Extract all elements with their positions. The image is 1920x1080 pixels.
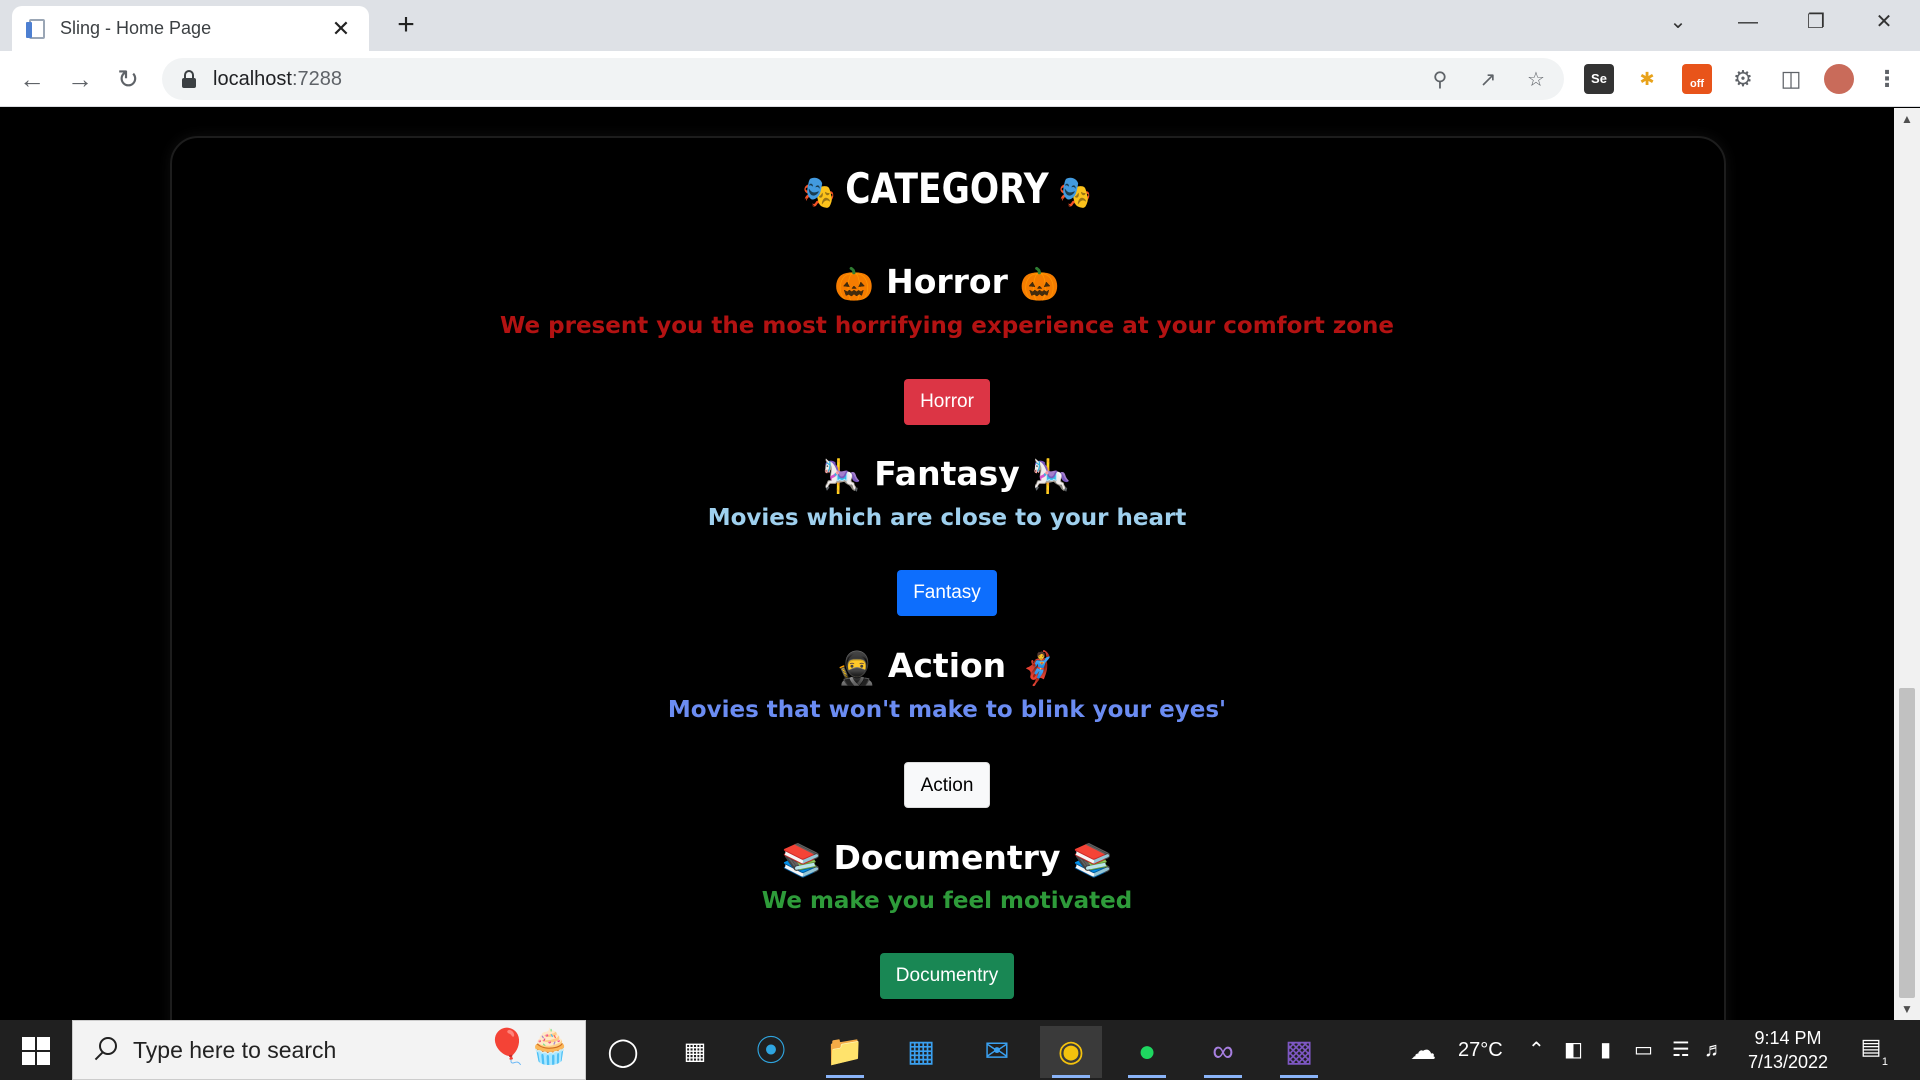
terminal-icon[interactable]: ▩ [1268, 1026, 1330, 1078]
fantasy-heading: 🎠 Fantasy 🎠 [0, 454, 1894, 495]
horror-subtitle: We present you the most horrifying exper… [499, 313, 1394, 339]
notification-count: 1 [1881, 1056, 1888, 1068]
menu-kebab-icon[interactable]: ⋮ [1872, 64, 1902, 94]
task-view-icon[interactable]: ▦ [664, 1026, 726, 1078]
documentry-heading: 📚 Documentry 📚 [0, 838, 1894, 879]
tab-search-chevron-icon[interactable]: ⌄ [1652, 4, 1704, 40]
notification-icon[interactable]: ▤ 1 [1856, 1034, 1888, 1068]
carousel-horse-icon: 🎠 [822, 456, 863, 495]
address-bar[interactable]: localhost:7288 ⚲ ↗ ☆ [162, 58, 1564, 100]
action-subtitle: Movies that won't make to blink your eye… [667, 697, 1227, 723]
tray-chevron-icon[interactable]: ⌃ [1528, 1020, 1545, 1080]
extension-icon[interactable]: ✱ [1632, 64, 1662, 94]
category-heading: 🎭 CATEGORY 🎭 [170, 164, 1723, 213]
weather-temperature[interactable]: 27°C [1458, 1020, 1503, 1080]
documentry-button[interactable]: Documentry [879, 953, 1015, 999]
reload-button[interactable]: ↻ [110, 61, 146, 97]
fantasy-button[interactable]: Fantasy [897, 570, 997, 616]
file-explorer-icon[interactable]: 📁 [814, 1026, 876, 1078]
side-panel-icon[interactable]: ◫ [1776, 64, 1806, 94]
action-button[interactable]: Action [903, 762, 991, 808]
meet-now-icon[interactable]: ◧ [1564, 1020, 1583, 1080]
documentry-subtitle: We make you feel motivated [761, 888, 1133, 914]
taskbar-clock[interactable]: 9:14 PM 7/13/2022 [1728, 1026, 1848, 1074]
battery-icon[interactable]: ▭ [1634, 1020, 1653, 1080]
close-window-button[interactable]: ✕ [1858, 4, 1910, 40]
mail-icon[interactable]: ✉ [966, 1026, 1028, 1078]
carousel-horse-icon: 🎠 [1031, 456, 1072, 495]
tab-close-icon[interactable]: ✕ [327, 15, 355, 43]
tab-title: Sling - Home Page [60, 18, 212, 38]
cortana-icon[interactable]: ◯ [592, 1026, 654, 1078]
page-favicon-icon [26, 18, 48, 40]
restore-button[interactable]: ❐ [1790, 4, 1842, 40]
documentry-title: Documentry [833, 838, 1061, 877]
search-highlight-icon: 🎈🧁 [486, 1028, 571, 1066]
scrollbar-thumb[interactable] [1899, 688, 1915, 998]
fantasy-subtitle: Movies which are close to your heart [707, 505, 1187, 531]
lock-icon[interactable] [182, 70, 196, 88]
books-icon: 📚 [1072, 840, 1113, 879]
microsoft-store-icon[interactable]: ▦ [890, 1026, 952, 1078]
windows-taskbar: Type here to search 🎈🧁 ◯ ▦ ⦿ 📁 ▦ ✉ ◉ ● ∞… [0, 1020, 1920, 1080]
superhero-icon: 🦸 [1018, 648, 1059, 687]
puzzle-extensions-icon[interactable]: ⚙ [1728, 64, 1758, 94]
zoom-icon[interactable]: ⚲ [1424, 64, 1456, 96]
category-title: CATEGORY [845, 164, 1049, 213]
visual-studio-icon[interactable]: ∞ [1192, 1026, 1254, 1078]
edge-icon[interactable]: ⦿ [740, 1026, 802, 1078]
action-heading: 🥷 Action 🦸 [0, 646, 1894, 687]
chrome-icon[interactable]: ◉ [1040, 1026, 1102, 1078]
pumpkin-icon: 🎃 [834, 264, 875, 303]
clock-date: 7/13/2022 [1747, 1052, 1829, 1072]
scroll-down-arrow-icon[interactable]: ▼ [1894, 998, 1920, 1020]
spotify-icon[interactable]: ● [1116, 1026, 1178, 1078]
theater-masks-icon: 🎭 [1058, 172, 1092, 211]
ninja-icon: 🥷 [835, 648, 876, 687]
horror-button[interactable]: Horror [904, 379, 990, 425]
bookmark-star-icon[interactable]: ☆ [1520, 64, 1552, 96]
search-icon [93, 1037, 119, 1063]
microphone-icon[interactable]: ▮ [1600, 1020, 1611, 1080]
scroll-up-arrow-icon[interactable]: ▲ [1894, 108, 1920, 130]
windows-start-icon[interactable] [12, 1034, 58, 1066]
fantasy-title: Fantasy [874, 454, 1020, 493]
action-title: Action [887, 646, 1007, 685]
url-text[interactable]: localhost:7288 [213, 68, 342, 91]
books-icon: 📚 [781, 840, 822, 879]
new-tab-button[interactable]: + [390, 10, 422, 42]
back-button[interactable]: ← [14, 61, 50, 97]
wifi-icon[interactable]: ☴ [1672, 1020, 1690, 1080]
page-scrollbar[interactable]: ▲ ▼ [1894, 108, 1920, 1020]
profile-avatar[interactable] [1824, 64, 1854, 94]
page-viewport: 🎭 CATEGORY 🎭 🎃 Horror 🎃 We present you the m… [0, 108, 1894, 1020]
search-placeholder: Type here to search [133, 1037, 337, 1063]
clock-time: 9:14 PM [1754, 1028, 1822, 1048]
forward-button[interactable]: → [62, 61, 98, 97]
weather-cloud-icon[interactable]: ☁ [1410, 1020, 1436, 1080]
browser-toolbar: ← → ↻ localhost:7288 ⚲ ↗ ☆ Se ✱ off ⚙ ◫ … [0, 51, 1920, 107]
browser-tab[interactable]: Sling - Home Page ✕ [12, 6, 369, 51]
pumpkin-icon: 🎃 [1019, 264, 1060, 303]
horror-heading: 🎃 Horror 🎃 [0, 262, 1894, 303]
off-extension-icon[interactable]: off [1682, 64, 1712, 94]
horror-title: Horror [886, 262, 1008, 301]
url-port: :7288 [291, 68, 342, 90]
url-host: localhost [213, 68, 292, 90]
share-icon[interactable]: ↗ [1472, 64, 1504, 96]
selenium-extension-icon[interactable]: Se [1584, 64, 1614, 94]
theater-masks-icon: 🎭 [802, 172, 836, 211]
volume-icon[interactable]: ♬ [1704, 1020, 1724, 1080]
browser-tab-strip: Sling - Home Page ✕ + ⌄ — ❐ ✕ [0, 0, 1920, 51]
minimize-button[interactable]: — [1722, 4, 1774, 40]
taskbar-search-box[interactable]: Type here to search 🎈🧁 [72, 1020, 586, 1080]
